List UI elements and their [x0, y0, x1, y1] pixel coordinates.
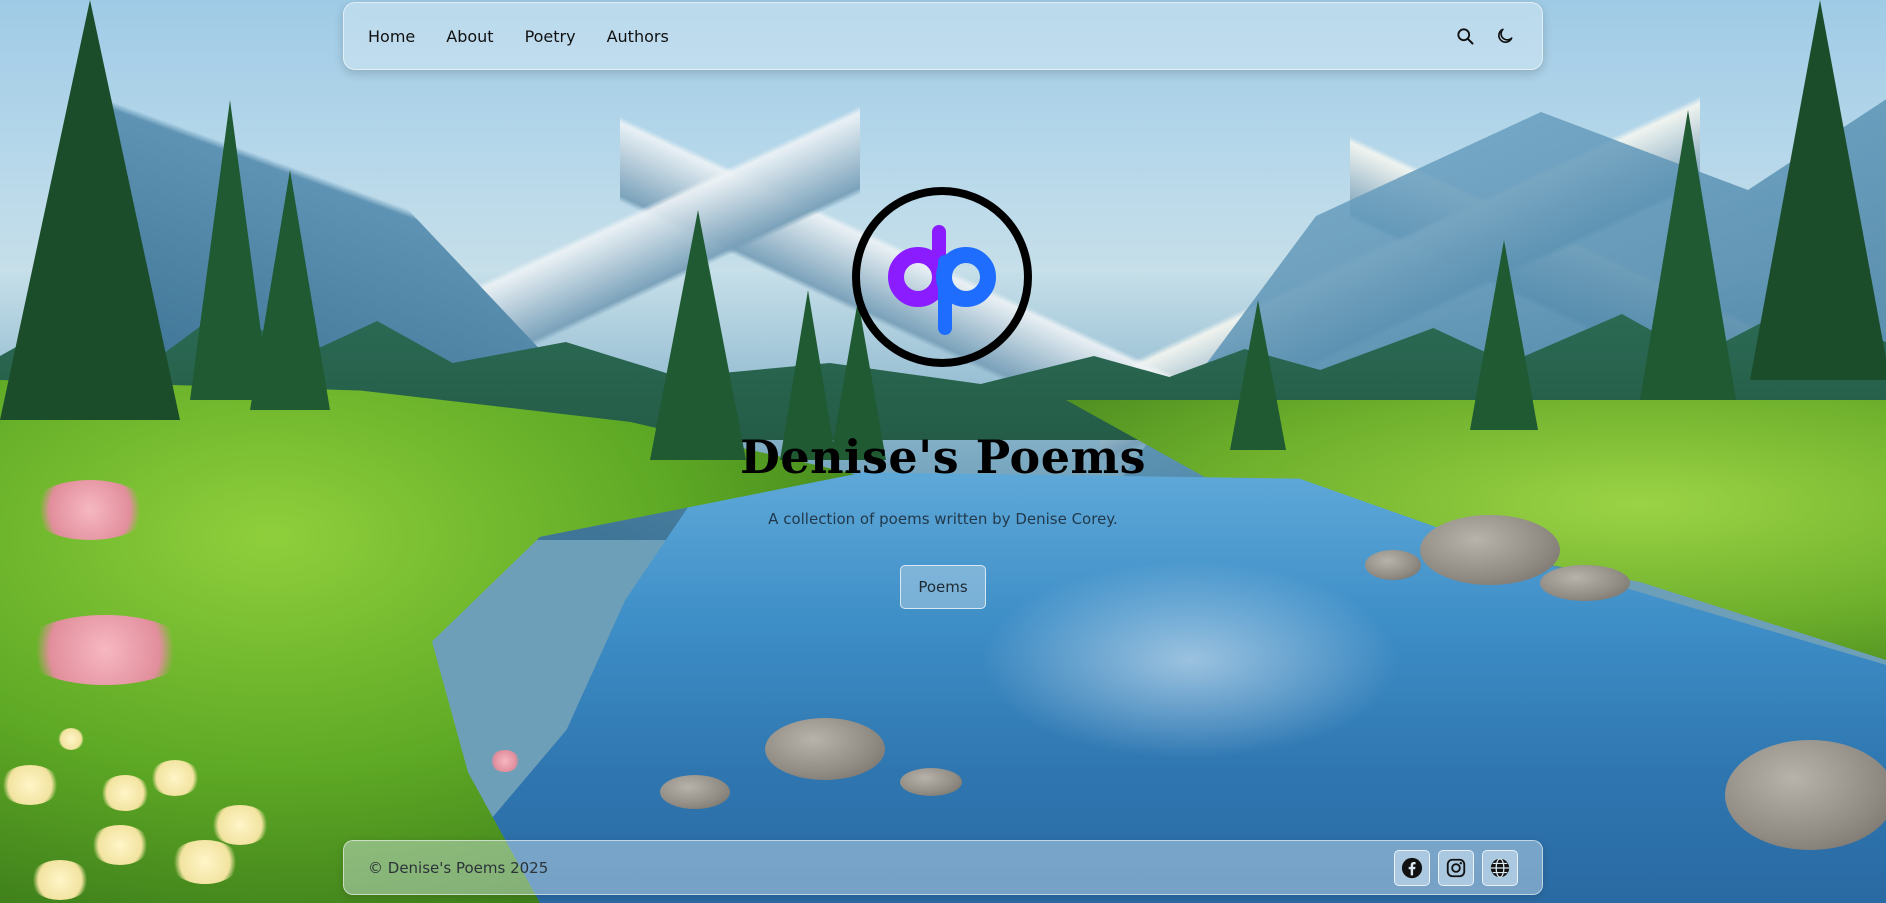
nav-link-home[interactable]: Home: [368, 19, 415, 54]
globe-icon: [1490, 857, 1510, 878]
flower: [90, 825, 150, 865]
instagram-link[interactable]: [1438, 849, 1474, 886]
flower: [170, 840, 240, 884]
website-link[interactable]: [1482, 849, 1518, 886]
dp-logo-mark: [888, 225, 996, 335]
nav-link-poetry[interactable]: Poetry: [525, 19, 576, 54]
nav-link-about[interactable]: About: [446, 19, 493, 54]
pine-tree: [1230, 300, 1286, 450]
flower: [58, 728, 84, 750]
site-logo: [852, 187, 1032, 367]
flower: [20, 615, 190, 685]
hero-subtitle: A collection of poems written by Denise …: [768, 510, 1118, 528]
pine-tree: [1640, 110, 1736, 400]
facebook-icon: [1401, 857, 1423, 878]
social-links: [1394, 849, 1518, 886]
navbar: Home About Poetry Authors: [343, 2, 1543, 70]
footer: © Denise's Poems 2025: [343, 840, 1543, 895]
flower: [210, 805, 270, 845]
pine-tree: [650, 210, 746, 460]
cloud-reflection: [980, 560, 1400, 760]
instagram-icon: [1446, 858, 1466, 877]
footer-copyright: © Denise's Poems 2025: [368, 858, 549, 877]
flower: [490, 750, 520, 772]
theme-toggle-button[interactable]: [1492, 23, 1518, 49]
pine-tree: [0, 0, 180, 420]
pine-tree: [1470, 240, 1538, 430]
rock: [765, 718, 885, 780]
rock: [900, 768, 962, 796]
moon-icon: [1498, 28, 1513, 43]
rock: [1365, 550, 1421, 580]
nav-links: Home About Poetry Authors: [368, 19, 700, 54]
poems-button[interactable]: Poems: [900, 565, 986, 609]
search-button[interactable]: [1452, 23, 1478, 49]
rock: [1725, 740, 1886, 850]
pine-tree: [1750, 0, 1886, 380]
flower: [0, 765, 60, 805]
flower: [150, 760, 200, 796]
nav-actions: [1452, 23, 1518, 49]
rock: [660, 775, 730, 809]
pine-tree: [250, 170, 330, 410]
flower: [30, 860, 90, 900]
hero-title: Denise's Poems: [739, 430, 1147, 484]
facebook-link[interactable]: [1394, 849, 1430, 886]
rock: [1540, 565, 1630, 601]
flower: [100, 775, 150, 811]
search-icon: [1457, 28, 1474, 45]
nav-link-authors[interactable]: Authors: [607, 19, 669, 54]
